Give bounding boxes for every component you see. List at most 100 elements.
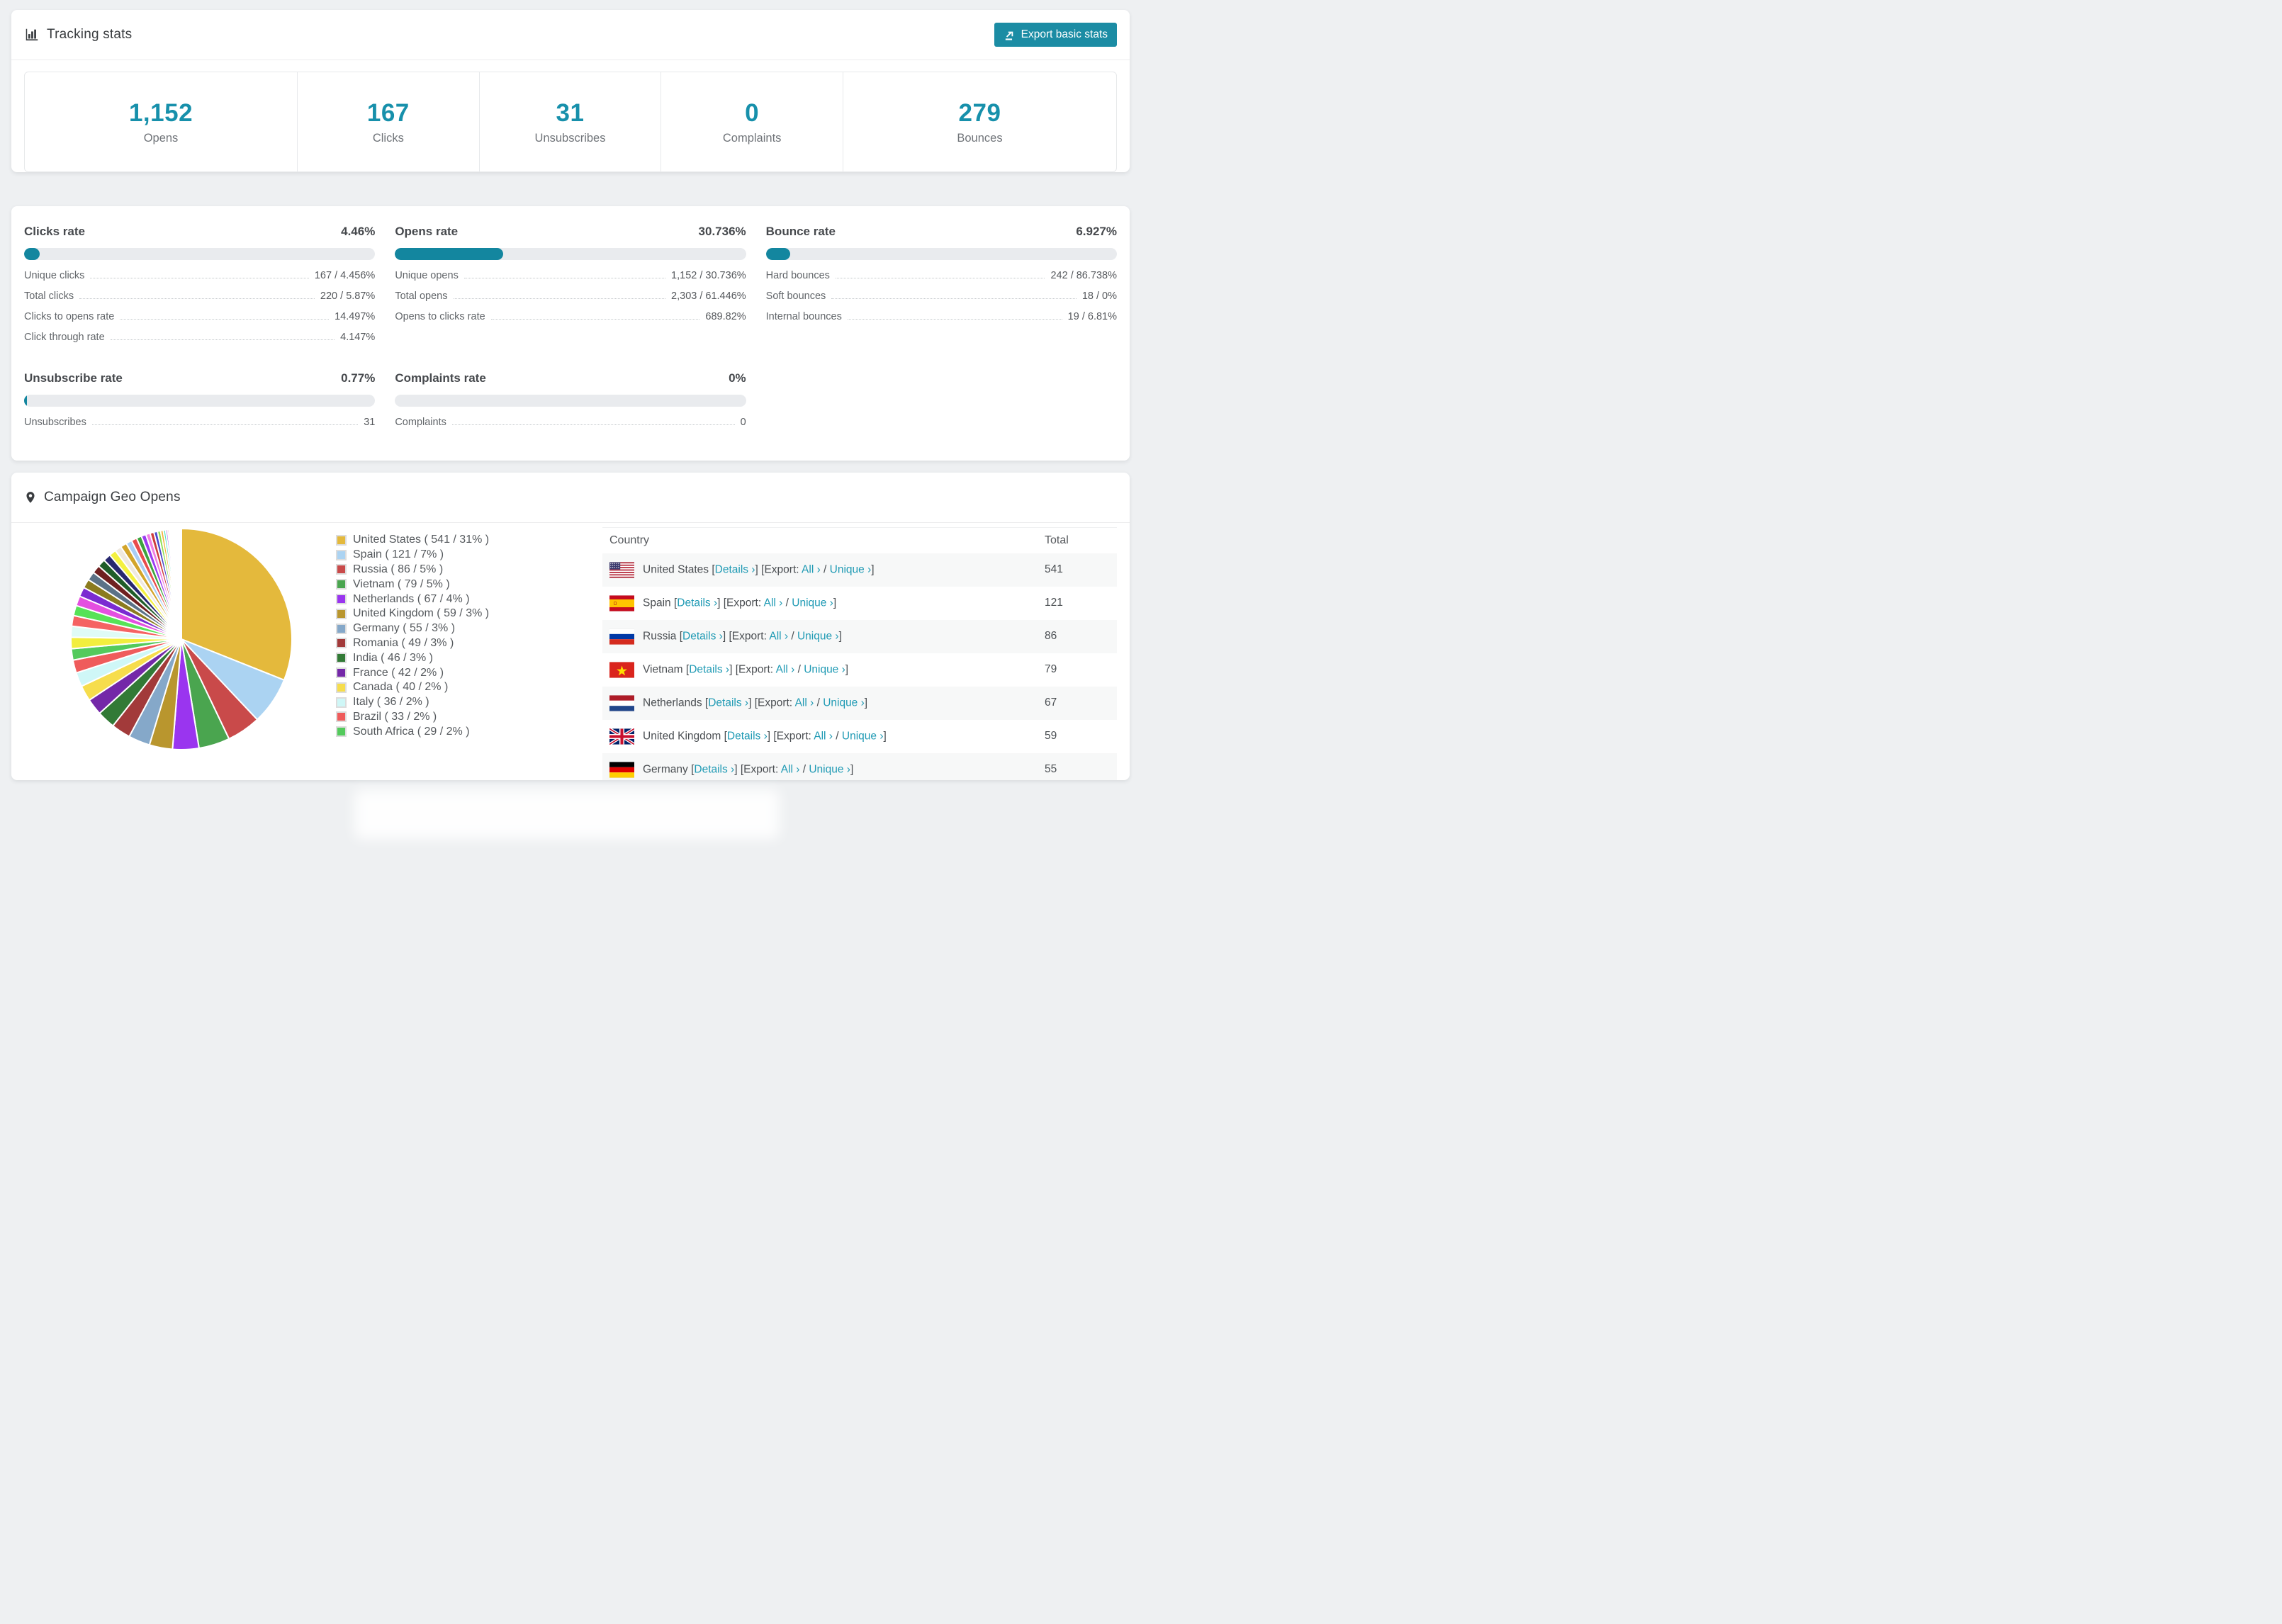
rate-detail-label: Unique clicks (24, 270, 85, 281)
export-unique-link[interactable]: Unique › (823, 697, 865, 709)
export-unique-link[interactable]: Unique › (804, 663, 845, 675)
page: Tracking stats Export basic stats 1,152 O… (0, 0, 1141, 839)
export-unique-link[interactable]: Unique › (797, 630, 839, 642)
rate-detail-value: 689.82% (705, 311, 746, 322)
es-flag-icon (609, 594, 634, 611)
details-link[interactable]: Details › (715, 563, 755, 575)
country-name: Spain (643, 597, 674, 609)
total-cell: 59 (1045, 730, 1057, 742)
slash: / (820, 563, 830, 576)
legend-color-chip (336, 534, 347, 546)
details-link[interactable]: Details › (689, 663, 729, 675)
details-link[interactable]: Details › (708, 697, 748, 709)
rate-detail-label: Clicks to opens rate (24, 311, 115, 322)
progress-bar-fill (395, 248, 503, 260)
stat-label: Clicks (372, 131, 404, 145)
export-unique-link[interactable]: Unique › (792, 597, 833, 609)
legend-color-chip (336, 623, 347, 634)
export-all-link[interactable]: All › (776, 663, 795, 675)
stat-label: Unsubscribes (534, 131, 606, 145)
export-all-link[interactable]: All › (795, 697, 814, 709)
legend-color-chip (336, 726, 347, 738)
geo-table: Country Total United States [Details ›] [… (602, 527, 1117, 780)
map-pin-icon (24, 489, 37, 506)
rate-detail-value: 31 (364, 417, 376, 428)
legend-color-chip (336, 594, 347, 605)
rate-detail-row: Internal bounces 19 / 6.81% (766, 308, 1117, 322)
export-all-link[interactable]: All › (814, 730, 833, 742)
legend-item: Russia ( 86 / 5% ) (336, 563, 571, 577)
total-cell: 541 (1045, 563, 1063, 575)
dotted-leader (79, 298, 315, 299)
country-name: United States (643, 563, 712, 576)
rate-detail-row: Unique opens 1,152 / 30.736% (395, 267, 746, 281)
rate-value: 0% (729, 371, 746, 385)
dotted-leader (847, 319, 1062, 320)
export-label: [Export: (761, 563, 802, 576)
gb-flag-icon (609, 728, 634, 745)
legend-label: France ( 42 / 2% ) (353, 666, 444, 679)
rate-title: Clicks rate (24, 225, 85, 238)
bracket: ] (734, 763, 741, 776)
details-link[interactable]: Details › (682, 630, 723, 642)
progress-bar (24, 395, 376, 407)
export-all-link[interactable]: All › (764, 597, 783, 609)
rate-value: 30.736% (698, 225, 746, 238)
legend-item: United Kingdom ( 59 / 3% ) (336, 607, 571, 621)
legend-item: Canada ( 40 / 2% ) (336, 680, 571, 695)
export-basic-stats-button[interactable]: Export basic stats (994, 23, 1117, 47)
export-icon (1004, 29, 1016, 41)
geo-pie-chart (69, 527, 293, 751)
export-all-link[interactable]: All › (802, 563, 821, 575)
export-unique-link[interactable]: Unique › (842, 730, 884, 742)
export-all-link[interactable]: All › (769, 630, 788, 642)
rate-detail-row: Unsubscribes 31 (24, 414, 375, 428)
rate-detail-label: Total opens (395, 291, 448, 302)
progress-bar (24, 248, 376, 260)
slash: / (799, 763, 809, 776)
rate-detail-value: 14.497% (335, 311, 376, 322)
details-link[interactable]: Details › (694, 763, 734, 775)
legend-item: Italy ( 36 / 2% ) (336, 695, 571, 710)
legend-color-chip (336, 549, 347, 560)
slash: / (832, 730, 842, 743)
bracket: ] (864, 697, 868, 709)
slash: / (814, 697, 824, 709)
export-label: [Export: (723, 597, 764, 609)
rates-card: Clicks rate 4.46% Unique clicks 167 / 4.456… (11, 206, 1130, 461)
legend-color-chip (336, 638, 347, 649)
rate-detail-row: Complaints 0 (395, 414, 746, 428)
bracket: ] (748, 697, 755, 709)
export-all-link[interactable]: All › (781, 763, 800, 775)
de-flag-icon (609, 761, 634, 778)
stat-value: 0 (745, 98, 760, 127)
details-link[interactable]: Details › (727, 730, 768, 742)
total-cell: 121 (1045, 597, 1063, 609)
rate-detail-label: Total clicks (24, 291, 74, 302)
details-link[interactable]: Details › (677, 597, 717, 609)
export-unique-link[interactable]: Unique › (809, 763, 850, 775)
rate-panel-clicks-rate: Clicks rate 4.46% Unique clicks 167 / 4.456… (24, 225, 376, 343)
stat-cell-complaints: 0 Complaints (661, 72, 843, 171)
table-row-de: Germany [Details ›] [Export: All › / Uni… (602, 752, 1117, 780)
bracket: ] (717, 597, 724, 609)
legend-item: South Africa ( 29 / 2% ) (336, 724, 571, 739)
export-button-label: Export basic stats (1021, 28, 1108, 40)
country-cell: Vietnam [Details ›] [Export: All › / Uni… (602, 653, 1038, 687)
rate-title: Opens rate (395, 225, 459, 238)
bar-chart-icon (24, 27, 40, 43)
export-unique-link[interactable]: Unique › (830, 563, 872, 575)
legend-color-chip (336, 653, 347, 664)
dotted-leader (490, 319, 700, 320)
export-label: [Export: (754, 697, 795, 709)
total-cell: 67 (1045, 697, 1057, 709)
country-cell: Netherlands [Details ›] [Export: All › /… (602, 687, 1038, 720)
rate-detail-row: Opens to clicks rate 689.82% (395, 308, 746, 322)
tracking-stats-card: Tracking stats Export basic stats 1,152 O… (11, 10, 1130, 172)
progress-bar-fill (765, 248, 790, 260)
country-name: Netherlands (643, 697, 705, 709)
rate-title: Unsubscribe rate (24, 371, 123, 385)
campaign-geo-opens-card: Campaign Geo Opens United States ( 541 /… (11, 473, 1130, 780)
slash: / (788, 630, 797, 643)
table-header-country: Country (609, 534, 650, 546)
